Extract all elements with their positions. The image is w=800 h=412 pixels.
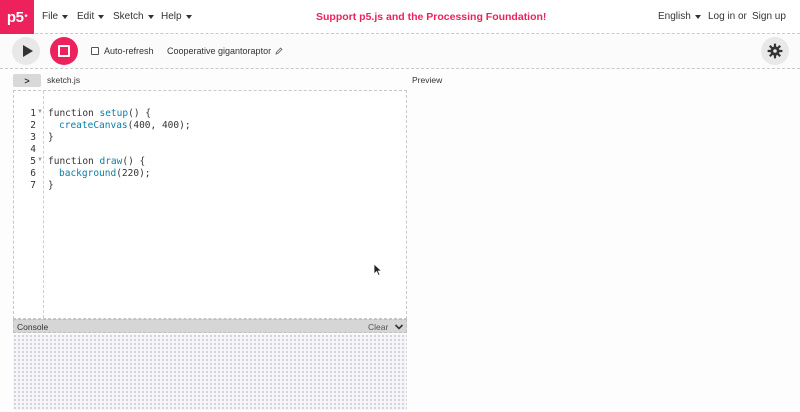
code-line: function setup() {: [48, 108, 151, 120]
fold-icon[interactable]: ▼: [37, 157, 43, 163]
stop-icon: [58, 45, 70, 57]
support-link[interactable]: Support p5.js and the Processing Foundat…: [316, 11, 546, 23]
line-number: 4: [30, 144, 36, 155]
menu-file-label: File: [42, 11, 59, 22]
play-icon: [22, 45, 33, 57]
gear-icon: [767, 43, 783, 59]
line-number: 3: [30, 132, 36, 143]
function-name: background: [59, 168, 117, 179]
auto-refresh-toggle[interactable]: Auto-refresh: [91, 46, 154, 56]
play-button[interactable]: [12, 37, 40, 65]
line-number: 7: [30, 180, 36, 191]
console-header: Console Clear: [13, 319, 407, 333]
chevron-right-icon: >: [24, 75, 30, 86]
chevron-down-icon[interactable]: [394, 322, 404, 332]
code-line: }: [48, 132, 54, 143]
caret-down-icon: [185, 14, 192, 19]
code-text: () {: [128, 108, 151, 119]
menu-help-label: Help: [161, 11, 182, 22]
code-line: }: [48, 180, 54, 191]
sketch-name-label: Cooperative gigantoraptor: [167, 46, 272, 56]
editor-header: > sketch.js: [0, 70, 408, 90]
login-link[interactable]: Log in: [708, 11, 735, 22]
p5-logo[interactable]: p5 *: [0, 0, 34, 34]
code-text: () {: [122, 156, 146, 167]
keyword: function: [48, 108, 100, 119]
menu-file[interactable]: File: [42, 11, 69, 22]
caret-down-icon: [98, 14, 105, 19]
mouse-cursor-icon: [373, 263, 383, 277]
line-number: 5: [30, 156, 36, 167]
menu-help[interactable]: Help: [161, 11, 192, 22]
file-tab[interactable]: sketch.js: [47, 75, 80, 85]
console-label: Console: [17, 322, 49, 332]
code-text: (400, 400);: [127, 120, 191, 131]
language-select[interactable]: English: [658, 11, 701, 22]
settings-button[interactable]: [761, 37, 789, 65]
clear-console-button[interactable]: Clear: [368, 322, 388, 332]
caret-down-icon: [147, 14, 154, 19]
line-number: 1: [30, 108, 36, 119]
signup-link[interactable]: Sign up: [752, 11, 786, 22]
code-text: (220);: [116, 168, 151, 179]
sketch-name[interactable]: Cooperative gigantoraptor: [167, 46, 283, 56]
line-gutter: 1 ▼ 2 3 4 5 ▼ 6 7: [14, 91, 44, 318]
code-editor[interactable]: 1 ▼ 2 3 4 5 ▼ 6 7 function setup() { creat…: [13, 90, 407, 319]
function-name: draw: [99, 156, 123, 167]
top-nav: p5 * File Edit Sketch Help Support p5.js …: [0, 0, 800, 34]
toolbar: Auto-refresh Cooperative gigantoraptor: [0, 35, 800, 69]
stop-button[interactable]: [50, 37, 78, 65]
language-label: English: [658, 11, 691, 22]
menu-sketch[interactable]: Sketch: [113, 11, 154, 22]
code-line: background(220);: [59, 168, 151, 180]
code-area[interactable]: function setup() { createCanvas(400, 400…: [48, 91, 191, 191]
auto-refresh-checkbox[interactable]: [91, 47, 99, 55]
preview-label: Preview: [412, 75, 443, 85]
menu-sketch-label: Sketch: [113, 11, 144, 22]
line-number: 6: [30, 168, 36, 179]
auto-refresh-label: Auto-refresh: [104, 46, 154, 56]
fold-icon[interactable]: ▼: [37, 109, 43, 115]
pencil-icon[interactable]: [275, 47, 283, 55]
console-output: [13, 334, 407, 410]
function-name: setup: [99, 108, 129, 119]
keyword: function: [48, 156, 100, 167]
or-text: or: [738, 11, 747, 22]
menu-edit-label: Edit: [77, 11, 95, 22]
line-number: 2: [30, 120, 36, 131]
code-line: function draw() {: [48, 156, 145, 168]
expand-sidebar-button[interactable]: >: [13, 74, 41, 87]
menu-edit[interactable]: Edit: [77, 11, 105, 22]
function-name: createCanvas: [59, 120, 128, 131]
caret-down-icon: [62, 14, 69, 19]
caret-down-icon: [694, 14, 701, 19]
code-line: createCanvas(400, 400);: [59, 120, 191, 132]
